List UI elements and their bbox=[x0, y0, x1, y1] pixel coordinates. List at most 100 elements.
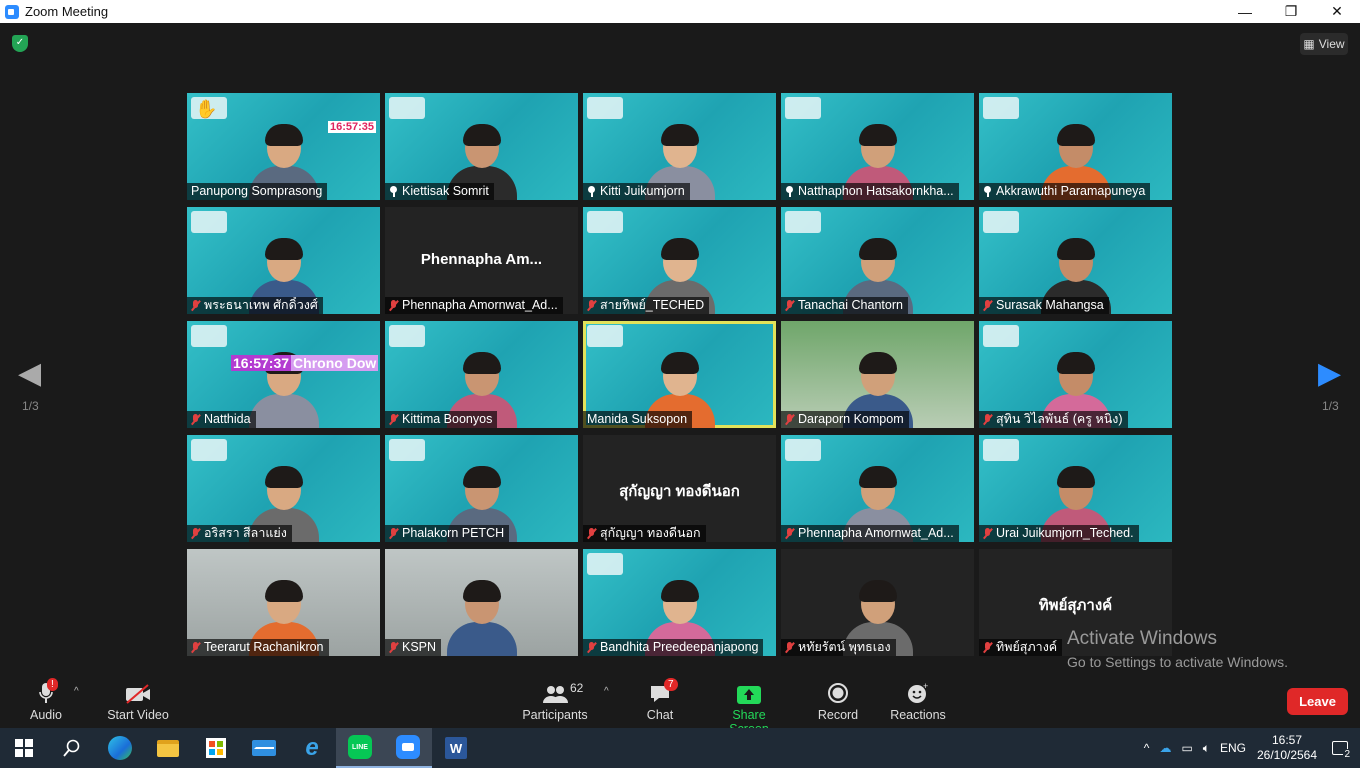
participant-display-name: Phennapha Am... bbox=[420, 251, 543, 268]
word-app-icon[interactable]: W bbox=[432, 728, 480, 768]
taskbar-clock[interactable]: 16:57 26/10/2564 bbox=[1254, 733, 1320, 763]
tray-overflow-caret-icon[interactable]: ^ bbox=[1144, 741, 1150, 755]
participant-nameplate: Manida Suksopon bbox=[583, 411, 693, 428]
pin-icon bbox=[983, 186, 992, 197]
participants-options-caret-icon[interactable]: ^ bbox=[604, 686, 609, 697]
participants-count: 62 bbox=[570, 681, 584, 695]
line-app-icon[interactable]: LINE bbox=[336, 728, 384, 768]
reactions-button[interactable]: + Reactions bbox=[888, 678, 948, 722]
chat-button[interactable]: 7 Chat bbox=[640, 678, 680, 722]
participant-tile[interactable]: 16:57:37 Chrono Dow Natthida bbox=[187, 321, 380, 428]
view-button[interactable]: ▦ View bbox=[1300, 33, 1348, 55]
notifications-icon[interactable]: 2 bbox=[1320, 728, 1360, 768]
participant-tile[interactable]: KSPN bbox=[385, 549, 578, 656]
muted-mic-icon bbox=[389, 414, 398, 425]
activate-title: Activate Windows bbox=[1067, 628, 1217, 649]
virtual-background-logo bbox=[785, 97, 821, 119]
participant-tile[interactable]: Surasak Mahangsa bbox=[979, 207, 1172, 314]
leave-button[interactable]: Leave bbox=[1287, 688, 1348, 715]
participant-tile[interactable]: Phennapha Amornwat_Ad... bbox=[781, 435, 974, 542]
participant-tile[interactable]: Kitti Juikumjorn bbox=[583, 93, 776, 200]
onedrive-icon[interactable]: ☁ bbox=[1159, 741, 1171, 755]
audio-options-caret-icon[interactable]: ^ bbox=[74, 686, 79, 697]
participant-tile[interactable]: Kittima Boonyos bbox=[385, 321, 578, 428]
virtual-background-logo bbox=[191, 439, 227, 461]
participant-name: Daraporn Kompom bbox=[798, 412, 904, 426]
internet-explorer-icon[interactable]: e bbox=[288, 728, 336, 768]
muted-mic-icon bbox=[983, 642, 992, 653]
participant-tile[interactable]: หทัยรัตน์ พุทธเอง bbox=[781, 549, 974, 656]
participant-tile[interactable]: สุทิน วิไลพันธ์ (ครู หนิง) bbox=[979, 321, 1172, 428]
audio-button[interactable]: ! Audio bbox=[24, 678, 68, 722]
reactions-icon: + bbox=[908, 682, 928, 703]
participant-tile[interactable]: 16:57:35 ✋ Panupong Somprasong bbox=[187, 93, 380, 200]
participant-tile[interactable]: สุกัญญา ทองดีนอก สุกัญญา ทองดีนอก bbox=[583, 435, 776, 542]
pin-icon bbox=[785, 186, 794, 197]
participant-nameplate: Kiettisak Somrit bbox=[385, 183, 494, 200]
edge-browser-icon[interactable] bbox=[96, 728, 144, 768]
chrono-overlay: 16:57:37 Chrono Dow bbox=[231, 355, 379, 371]
participant-tile[interactable]: Phennapha Am... Phennapha Amornwat_Ad... bbox=[385, 207, 578, 314]
participant-name: พระธนาเทพ ศักดิ์วงศ์ bbox=[204, 298, 318, 312]
record-button[interactable]: Record bbox=[814, 678, 862, 722]
participant-name: KSPN bbox=[402, 640, 437, 654]
search-icon[interactable] bbox=[48, 728, 96, 768]
next-page-arrow-icon[interactable]: ▶ bbox=[1318, 359, 1341, 389]
maximize-button[interactable]: ❐ bbox=[1268, 0, 1314, 23]
zoom-app-icon[interactable] bbox=[384, 728, 432, 768]
reactions-label: Reactions bbox=[890, 708, 946, 722]
network-icon[interactable]: ▭ bbox=[1181, 741, 1192, 755]
store-icon[interactable] bbox=[192, 728, 240, 768]
participant-name: Kittima Boonyos bbox=[402, 412, 493, 426]
participant-nameplate: Panupong Somprasong bbox=[187, 183, 328, 200]
start-video-button[interactable]: Start Video bbox=[104, 678, 172, 722]
participant-tile[interactable]: สายทิพย์_TECHED bbox=[583, 207, 776, 314]
participant-nameplate: Phennapha Amornwat_Ad... bbox=[385, 297, 563, 314]
file-explorer-icon[interactable] bbox=[144, 728, 192, 768]
start-video-label: Start Video bbox=[107, 708, 169, 722]
virtual-background-logo bbox=[983, 325, 1019, 347]
virtual-background-logo bbox=[785, 211, 821, 233]
muted-mic-icon bbox=[587, 642, 596, 653]
windows-start-icon[interactable] bbox=[0, 728, 48, 768]
participant-tile[interactable]: Phalakorn PETCH bbox=[385, 435, 578, 542]
participant-nameplate: อริสรา สีลาแย่ง bbox=[187, 525, 292, 542]
audio-warning-badge: ! bbox=[47, 678, 58, 691]
mail-icon[interactable] bbox=[240, 728, 288, 768]
language-indicator[interactable]: ENG bbox=[1220, 741, 1246, 755]
participant-tile[interactable]: พระธนาเทพ ศักดิ์วงศ์ bbox=[187, 207, 380, 314]
participant-tile[interactable]: Bandhita Preedeepanjapong bbox=[583, 549, 776, 656]
prev-page-label: 1/3 bbox=[22, 399, 39, 413]
participants-button[interactable]: 62 Participants bbox=[520, 678, 590, 722]
participant-tile[interactable]: Daraporn Kompom bbox=[781, 321, 974, 428]
muted-mic-icon bbox=[785, 414, 794, 425]
muted-mic-icon bbox=[983, 300, 992, 311]
zoom-logo-icon bbox=[5, 4, 19, 19]
participant-name: Kitti Juikumjorn bbox=[600, 184, 685, 198]
participant-nameplate: Natthida bbox=[187, 411, 256, 428]
participant-name: Surasak Mahangsa bbox=[996, 298, 1104, 312]
volume-icon[interactable]: 🔈︎ bbox=[1203, 741, 1210, 756]
participant-tile[interactable]: Tanachai Chantorn bbox=[781, 207, 974, 314]
prev-page-arrow-icon[interactable]: ◀ bbox=[18, 359, 41, 389]
close-button[interactable]: ✕ bbox=[1314, 0, 1360, 23]
participant-tile[interactable]: Akkrawuthi Paramapuneya bbox=[979, 93, 1172, 200]
participant-tile[interactable]: Kiettisak Somrit bbox=[385, 93, 578, 200]
participant-tile[interactable]: อริสรา สีลาแย่ง bbox=[187, 435, 380, 542]
participant-tile[interactable]: Natthaphon Hatsakornkha... bbox=[781, 93, 974, 200]
participant-tile[interactable]: Urai Juikumjorn_Teched. bbox=[979, 435, 1172, 542]
participant-tile[interactable]: Teerarut Rachanikron bbox=[187, 549, 380, 656]
participant-nameplate: Tanachai Chantorn bbox=[781, 297, 908, 314]
participants-icon bbox=[543, 686, 568, 703]
activate-windows-watermark: Activate Windows Go to Settings to activ… bbox=[1067, 628, 1288, 670]
chat-label: Chat bbox=[646, 708, 674, 722]
virtual-background-logo bbox=[587, 211, 623, 233]
muted-mic-icon bbox=[983, 414, 992, 425]
muted-mic-icon bbox=[587, 300, 596, 311]
minimize-button[interactable]: — bbox=[1222, 0, 1268, 23]
meeting-toolbar: ! Audio ^ Start Video 62 Participants ^ … bbox=[0, 672, 1360, 736]
participant-tile[interactable]: Manida Suksopon bbox=[583, 321, 776, 428]
participant-name: Phennapha Amornwat_Ad... bbox=[402, 298, 558, 312]
security-shield-icon[interactable]: ✓ bbox=[12, 35, 28, 52]
pin-icon bbox=[389, 186, 398, 197]
